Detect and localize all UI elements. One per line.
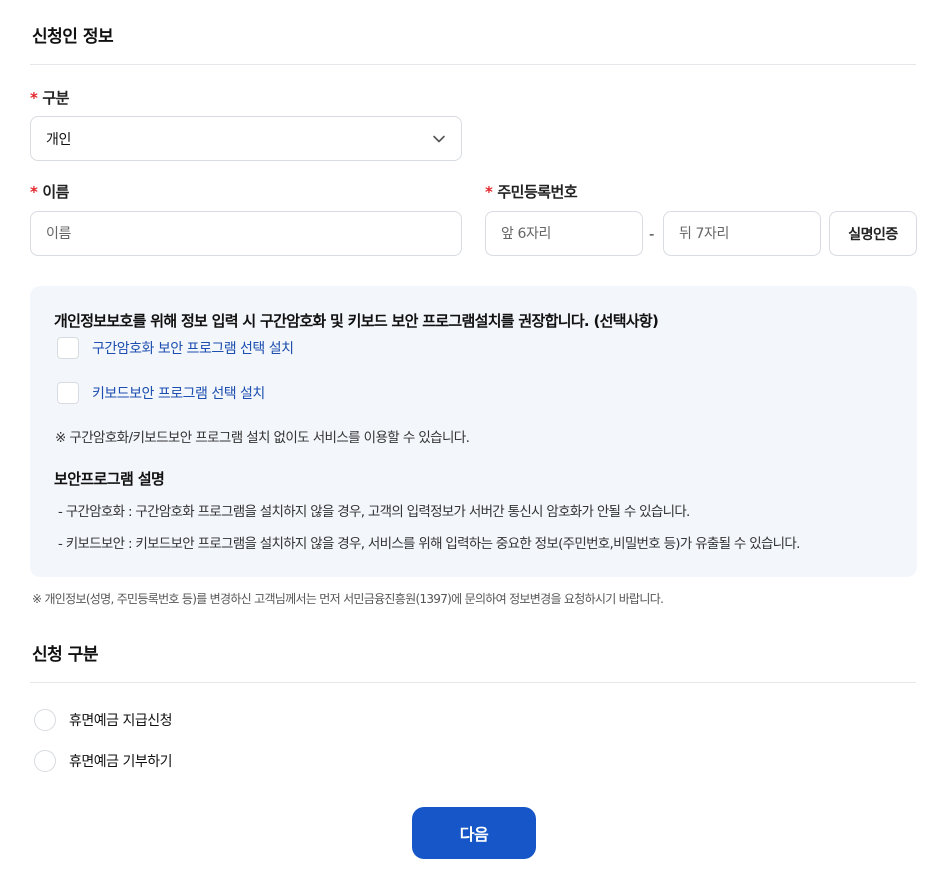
encryption-option[interactable]: 구간암호화 보안 프로그램 선택 설치 [57, 337, 294, 359]
radio-button[interactable] [34, 709, 56, 731]
keyboard-security-option-label[interactable]: 키보드보안 프로그램 선택 설치 [92, 383, 265, 403]
security-desc-title: 보안프로그램 설명 [54, 470, 165, 488]
request-section-title: 신청 구분 [32, 645, 98, 665]
required-mark: * [30, 183, 38, 201]
required-mark: * [30, 89, 38, 107]
info-change-footnote: ※ 개인정보(성명, 주민등록번호 등)를 변경하신 고객님께서는 먼저 서민금… [32, 592, 664, 606]
rrn-separator: - [649, 225, 655, 243]
section-divider [30, 682, 916, 683]
security-note: ※ 구간암호화/키보드보안 프로그램 설치 없이도 서비스를 이용할 수 있습니… [55, 430, 470, 446]
rrn-field-label: * 주민등록번호 [485, 181, 578, 202]
encryption-checkbox[interactable] [57, 337, 79, 359]
radio-label[interactable]: 휴면예금 지급신청 [69, 710, 173, 730]
section-divider [30, 64, 916, 65]
name-field-wrapper [30, 211, 462, 256]
rrn-front-input[interactable] [501, 225, 627, 242]
name-label-text: 이름 [42, 183, 69, 201]
required-mark: * [485, 183, 493, 201]
rrn-back-input[interactable] [679, 225, 805, 242]
type-label-text: 구분 [42, 89, 69, 107]
security-info-panel: 개인정보보호를 위해 정보 입력 시 구간암호화 및 키보드 보안 프로그램설치… [30, 286, 917, 577]
next-button[interactable]: 다음 [412, 807, 536, 859]
security-desc-item: - 키보드보안 : 키보드보안 프로그램을 설치하지 않을 경우, 서비스를 위… [58, 536, 800, 552]
real-name-verify-button[interactable]: 실명인증 [829, 211, 917, 256]
rrn-back-wrapper [663, 211, 821, 256]
rrn-label-text: 주민등록번호 [497, 183, 578, 201]
rrn-front-wrapper [485, 211, 643, 256]
security-desc-item: - 구간암호화 : 구간암호화 프로그램을 설치하지 않을 경우, 고객의 입력… [58, 504, 690, 520]
radio-button[interactable] [34, 750, 56, 772]
name-input[interactable] [46, 225, 446, 242]
applicant-section-title: 신청인 정보 [32, 27, 114, 47]
security-heading: 개인정보보호를 위해 정보 입력 시 구간암호화 및 키보드 보안 프로그램설치… [54, 312, 659, 330]
encryption-option-label[interactable]: 구간암호화 보안 프로그램 선택 설치 [92, 338, 294, 358]
type-select-value: 개인 [46, 131, 71, 148]
keyboard-security-option[interactable]: 키보드보안 프로그램 선택 설치 [57, 382, 265, 404]
type-select[interactable]: 개인 [30, 116, 462, 161]
radio-dormant-payment[interactable]: 휴면예금 지급신청 [34, 709, 173, 731]
radio-dormant-donation[interactable]: 휴면예금 기부하기 [34, 750, 173, 772]
chevron-down-icon [433, 135, 445, 142]
type-field-label: * 구분 [30, 87, 69, 108]
radio-label[interactable]: 휴면예금 기부하기 [69, 751, 173, 771]
name-field-label: * 이름 [30, 181, 69, 202]
keyboard-security-checkbox[interactable] [57, 382, 79, 404]
